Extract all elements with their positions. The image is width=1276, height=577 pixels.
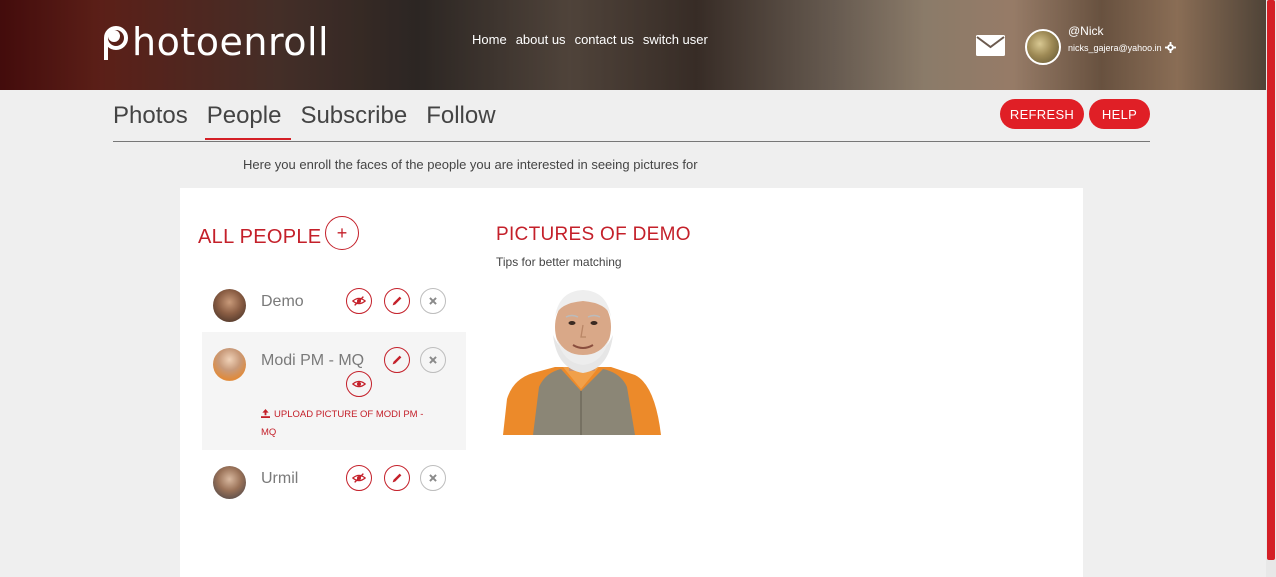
user-avatar[interactable] [1025,29,1061,65]
logo-mark-icon [104,20,130,64]
top-nav: Home about us contact us switch user [472,32,708,47]
tabs-divider [113,141,1150,142]
upload-icon [261,409,270,418]
person-row-urmil[interactable]: Urmil [202,458,466,502]
hide-person-button[interactable] [346,288,372,314]
person-avatar-modi [213,348,246,381]
delete-person-button[interactable] [420,347,446,373]
nav-about-link[interactable]: about us [516,32,566,47]
eye-slash-icon [352,473,366,483]
edit-person-button[interactable] [384,347,410,373]
section-tabs: Photos People Subscribe Follow [113,102,515,140]
person-row-modi[interactable]: Modi PM - MQ UPLOAD PICTURE OF MODI PM -… [202,332,466,450]
mail-icon[interactable] [976,35,1005,56]
close-icon [429,297,437,305]
tab-follow[interactable]: Follow [426,102,505,140]
nav-switch-user-link[interactable]: switch user [643,32,708,47]
close-icon [429,356,437,364]
add-person-button[interactable]: + [325,216,359,250]
upload-picture-link[interactable]: UPLOAD PICTURE OF MODI PM - MQ [261,406,441,442]
person-name: Urmil [261,470,299,487]
person-photo[interactable] [503,287,663,435]
nav-contact-link[interactable]: contact us [575,32,634,47]
hide-person-button[interactable] [346,465,372,491]
show-person-button[interactable] [346,371,372,397]
edit-person-button[interactable] [384,288,410,314]
user-email: nicks_gajera@yahoo.in [1068,42,1162,53]
delete-person-button[interactable] [420,288,446,314]
scrollbar-thumb[interactable] [1267,0,1275,560]
scrollbar[interactable] [1266,0,1276,577]
user-name: @Nick [1068,24,1104,38]
tips-text[interactable]: Tips for better matching [496,255,622,269]
person-name: Modi PM - MQ [261,352,365,369]
delete-person-button[interactable] [420,465,446,491]
help-button[interactable]: HELP [1089,99,1150,129]
logo[interactable]: hotoenroll [104,20,329,64]
refresh-button[interactable]: REFRESH [1000,99,1084,129]
person-row-demo[interactable]: Demo [202,282,466,322]
tab-photos[interactable]: Photos [113,102,198,140]
tab-people[interactable]: People [204,102,292,140]
gear-icon[interactable] [1164,42,1176,53]
logo-text: hotoenroll [132,20,330,64]
intro-text: Here you enroll the faces of the people … [243,157,698,172]
edit-person-button[interactable] [384,465,410,491]
pencil-icon [392,296,402,306]
eye-icon [352,380,366,388]
user-email-row: nicks_gajera@yahoo.in [1068,42,1176,53]
pencil-icon [392,355,402,365]
pictures-heading: PICTURES OF DEMO [496,224,691,245]
all-people-heading: ALL PEOPLE [198,226,322,248]
pencil-icon [392,473,402,483]
tab-subscribe[interactable]: Subscribe [300,102,417,140]
upload-picture-label: UPLOAD PICTURE OF MODI PM - MQ [261,409,424,438]
person-avatar-urmil [213,466,246,499]
person-avatar-demo [213,289,246,322]
nav-home-link[interactable]: Home [472,32,507,47]
person-name: Demo [261,293,304,310]
header-banner: hotoenroll Home about us contact us swit… [0,0,1266,90]
eye-slash-icon [352,296,366,306]
close-icon [429,474,437,482]
